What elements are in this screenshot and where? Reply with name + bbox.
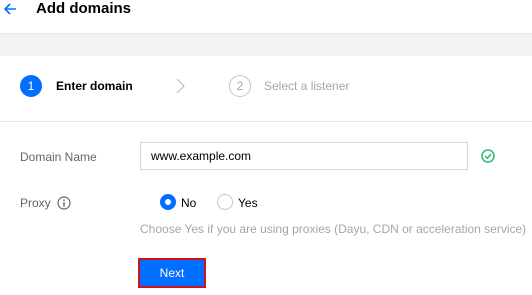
step-2-indicator: 2	[229, 75, 251, 97]
step-2-label: Select a listener	[264, 79, 350, 93]
proxy-yes-label[interactable]: Yes	[238, 195, 258, 211]
proxy-no-radio[interactable]	[160, 194, 176, 210]
domain-name-input[interactable]	[140, 142, 468, 170]
info-icon[interactable]	[57, 196, 71, 210]
page-title: Add domains	[36, 0, 132, 17]
domain-name-label: Domain Name	[20, 150, 97, 164]
proxy-hint: Choose Yes if you are using proxies (Day…	[140, 222, 527, 236]
steps-divider	[0, 121, 532, 122]
next-button[interactable]: Next	[138, 258, 206, 288]
proxy-yes-radio[interactable]	[217, 194, 233, 210]
proxy-label: Proxy	[20, 196, 51, 210]
step-1-indicator: 1	[20, 75, 42, 97]
header-divider-band	[0, 33, 532, 56]
step-1-label: Enter domain	[56, 79, 133, 93]
chevron-right-icon	[174, 76, 188, 96]
check-circle-icon	[481, 149, 495, 163]
proxy-no-label[interactable]: No	[181, 195, 196, 211]
arrow-left-icon[interactable]	[2, 0, 18, 18]
